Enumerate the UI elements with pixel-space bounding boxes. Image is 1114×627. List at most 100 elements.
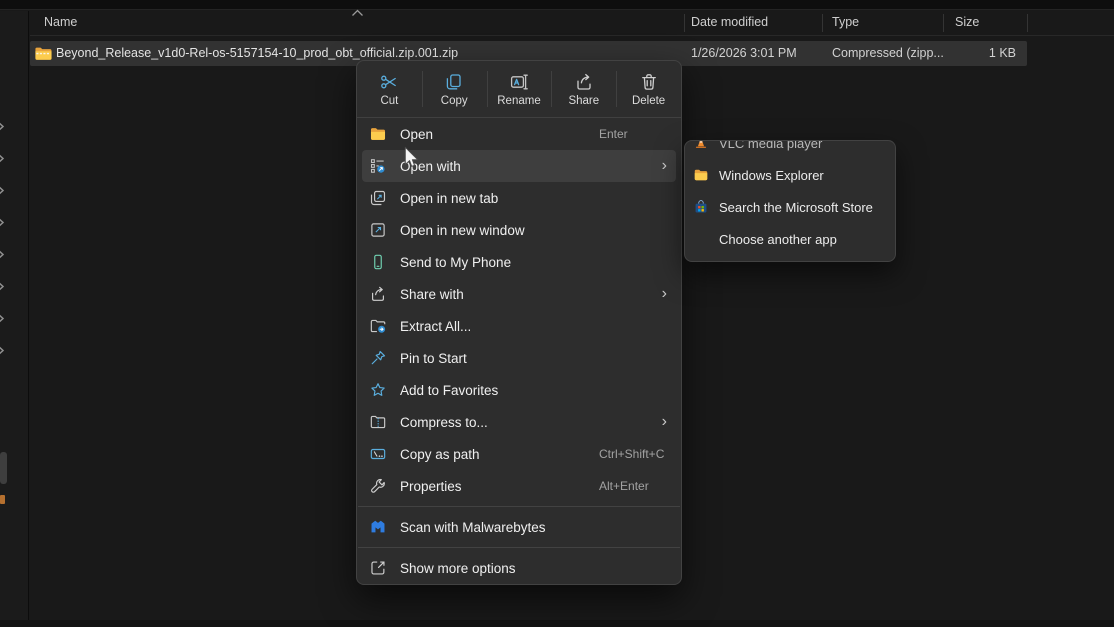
star-icon <box>369 381 387 399</box>
menu-item-label: Scan with Malwarebytes <box>400 520 546 535</box>
sort-ascending-icon <box>351 4 364 12</box>
pin-icon <box>369 349 387 367</box>
zip-folder-icon <box>34 45 53 62</box>
tree-expand-chevron-icon[interactable] <box>0 344 10 358</box>
submenu-item-windows-explorer[interactable]: Windows Explorer <box>689 159 891 191</box>
menu-item-label: Share with <box>400 287 464 302</box>
open-with-submenu: VLC media player Windows Explorer Search… <box>684 140 896 262</box>
copy-path-icon <box>369 445 387 463</box>
submenu-chevron-icon: › <box>662 158 667 174</box>
folder-icon <box>693 167 709 183</box>
menu-item-extract-all[interactable]: Extract All... <box>362 310 676 342</box>
context-menu-items: Open Enter Open with › Open in new tab O… <box>357 118 681 584</box>
phone-icon <box>369 253 387 271</box>
zip-folder-icon <box>369 413 387 431</box>
column-header-size[interactable]: Size <box>955 15 979 29</box>
menu-item-copy-as-path[interactable]: Copy as path Ctrl+Shift+C <box>362 438 676 470</box>
menu-item-compress-to[interactable]: Compress to... › <box>362 406 676 438</box>
menu-item-label: Properties <box>400 479 462 494</box>
trash-icon <box>639 72 659 92</box>
column-header-date-modified[interactable]: Date modified <box>691 15 768 29</box>
menu-separator <box>358 547 680 548</box>
submenu-item-label: Choose another app <box>719 232 837 247</box>
menu-item-share-with[interactable]: Share with › <box>362 278 676 310</box>
menu-item-label: Pin to Start <box>400 351 467 366</box>
file-size: 1 KB <box>989 41 1016 66</box>
submenu-item-label: Windows Explorer <box>719 168 824 183</box>
menu-item-properties[interactable]: Properties Alt+Enter <box>362 470 676 502</box>
scissors-icon <box>379 72 399 92</box>
ms-store-icon <box>693 199 709 215</box>
submenu-chevron-icon: › <box>662 414 667 430</box>
menu-item-open-in-new-window[interactable]: Open in new window <box>362 214 676 246</box>
cone-icon <box>693 140 709 151</box>
menu-item-label: Add to Favorites <box>400 383 498 398</box>
mouse-cursor <box>404 146 419 170</box>
header-underline <box>30 35 1114 36</box>
tree-expand-chevron-icon[interactable] <box>0 152 10 166</box>
menu-item-shortcut: Enter <box>599 127 628 141</box>
menu-item-label: Show more options <box>400 561 516 576</box>
rename-icon <box>509 72 529 92</box>
column-header-name[interactable]: Name <box>44 15 77 29</box>
menu-item-label: Open in new window <box>400 223 525 238</box>
wrench-icon <box>369 477 387 495</box>
delete-button[interactable]: Delete <box>616 61 681 117</box>
menu-item-label: Send to My Phone <box>400 255 511 270</box>
new-tab-icon <box>369 189 387 207</box>
top-edge-strip <box>0 0 1114 10</box>
menu-item-shortcut: Alt+Enter <box>599 479 649 493</box>
column-divider[interactable] <box>822 14 823 32</box>
menu-item-label: Open in new tab <box>400 191 498 206</box>
extract-icon <box>369 317 387 335</box>
column-header-row: Name Date modified Type Size <box>30 11 1114 35</box>
folder-icon <box>369 125 387 143</box>
menu-item-open-in-new-tab[interactable]: Open in new tab <box>362 182 676 214</box>
submenu-item-choose-another-app[interactable]: Choose another app <box>689 223 891 255</box>
menu-item-label: Compress to... <box>400 415 488 430</box>
submenu-item-vlc-media-player[interactable]: VLC media player <box>689 140 891 159</box>
menu-item-label: Extract All... <box>400 319 471 334</box>
column-divider[interactable] <box>1027 14 1028 32</box>
menu-separator <box>358 506 680 507</box>
column-divider[interactable] <box>684 14 685 32</box>
menu-item-label: Open <box>400 127 433 142</box>
context-menu-quick-actions: Cut Copy Rename Share Delete <box>357 61 681 118</box>
tree-expand-chevron-icon[interactable] <box>0 216 10 230</box>
menu-item-send-to-my-phone[interactable]: Send to My Phone <box>362 246 676 278</box>
bottom-edge-strip <box>0 620 1114 627</box>
cut-button[interactable]: Cut <box>357 61 422 117</box>
submenu-item-search-the-microsoft-store[interactable]: Search the Microsoft Store <box>689 191 891 223</box>
share-icon <box>369 285 387 303</box>
icon-placeholder <box>693 231 709 247</box>
menu-item-show-more-options[interactable]: Show more options <box>362 552 676 584</box>
nav-scrollbar-thumb[interactable] <box>0 452 7 484</box>
context-menu: Cut Copy Rename Share Delete Open Enter … <box>356 60 682 585</box>
menu-item-scan-with-malwarebytes[interactable]: Scan with Malwarebytes <box>362 511 676 543</box>
submenu-chevron-icon: › <box>662 286 667 302</box>
menu-item-add-to-favorites[interactable]: Add to Favorites <box>362 374 676 406</box>
file-type: Compressed (zipp... <box>832 41 944 66</box>
copy-button[interactable]: Copy <box>422 61 487 117</box>
tree-expand-chevron-icon[interactable] <box>0 120 10 134</box>
share-icon <box>574 72 594 92</box>
submenu-item-label: Search the Microsoft Store <box>719 200 873 215</box>
tree-expand-chevron-icon[interactable] <box>0 184 10 198</box>
share-button[interactable]: Share <box>551 61 616 117</box>
menu-item-shortcut: Ctrl+Shift+C <box>599 447 664 461</box>
malwarebytes-icon <box>369 518 387 536</box>
column-header-type[interactable]: Type <box>832 15 859 29</box>
tree-expand-chevron-icon[interactable] <box>0 248 10 262</box>
menu-item-label: Copy as path <box>400 447 480 462</box>
menu-item-pin-to-start[interactable]: Pin to Start <box>362 342 676 374</box>
file-date-modified: 1/26/2026 3:01 PM <box>691 41 797 66</box>
open-with-icon <box>369 157 387 175</box>
tree-expand-chevron-icon[interactable] <box>0 280 10 294</box>
copy-icon <box>444 72 464 92</box>
submenu-item-label: VLC media player <box>719 140 822 151</box>
column-divider[interactable] <box>943 14 944 32</box>
rename-button[interactable]: Rename <box>487 61 552 117</box>
new-window-icon <box>369 221 387 239</box>
tree-expand-chevron-icon[interactable] <box>0 312 10 326</box>
nav-item-icon-fragment <box>0 495 5 504</box>
